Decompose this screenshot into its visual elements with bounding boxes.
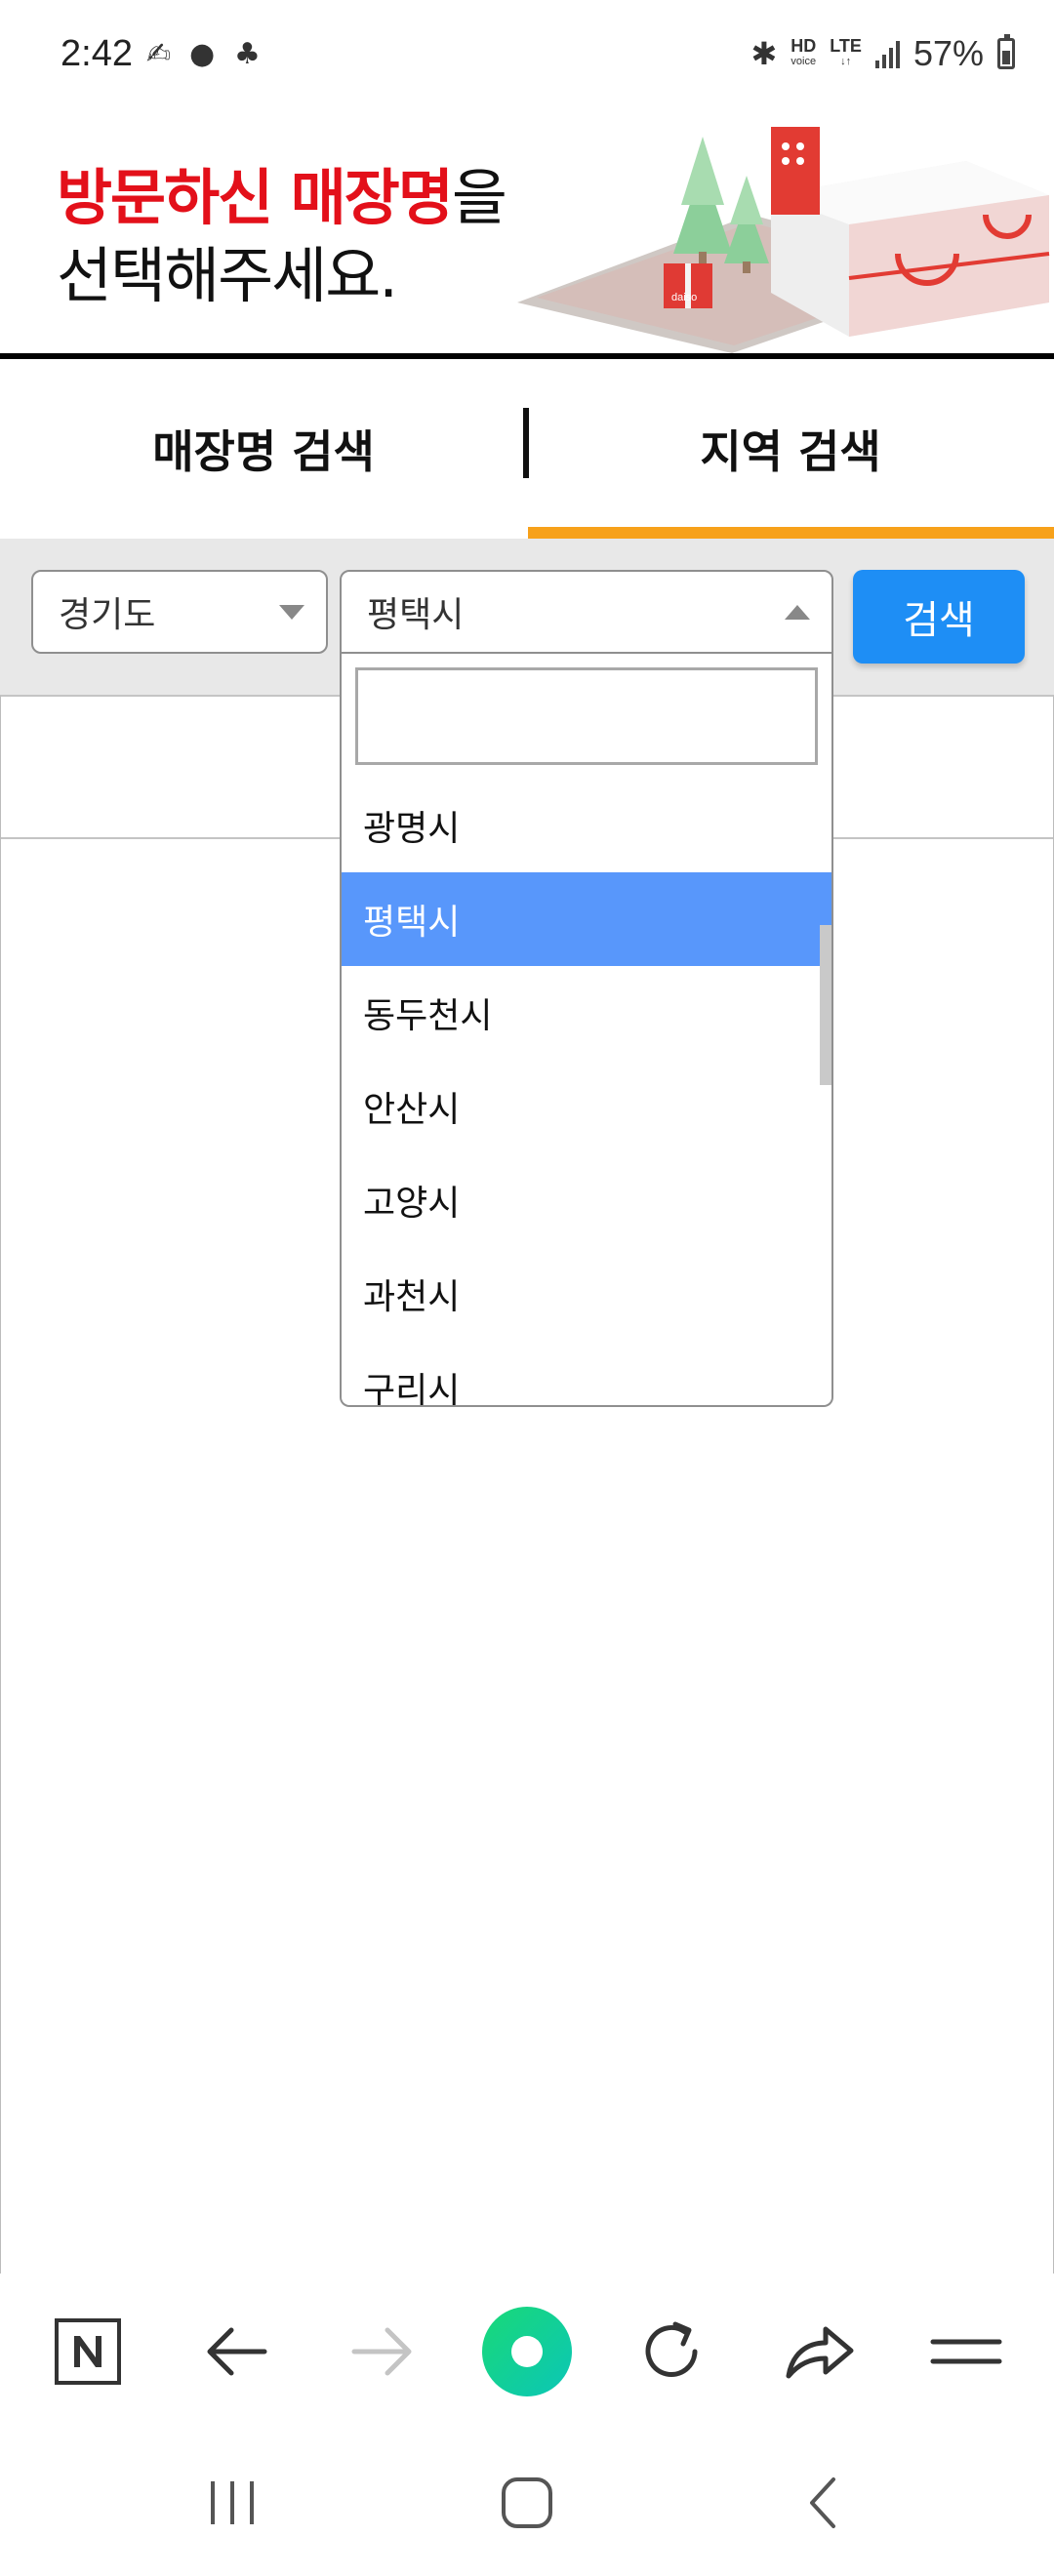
back-button[interactable] [187,2303,285,2400]
dropdown-list[interactable]: 광명시 평택시 동두천시 안산시 고양시 과천시 구리시 [342,779,831,1405]
home-icon [502,2477,552,2528]
system-navigation [0,2430,1054,2576]
share-button[interactable] [771,2303,869,2400]
menu-button[interactable] [917,2303,1015,2400]
active-tab-indicator [528,527,1054,539]
refresh-button[interactable] [623,2303,720,2400]
dropdown-option[interactable]: 동두천시 [342,966,831,1060]
lte-icon: LTE ↓↑ [830,36,862,67]
naver-icon [55,2318,121,2385]
dropdown-option[interactable]: 광명시 [342,779,831,872]
city-select[interactable]: 평택시 [340,570,833,654]
banner-title-highlight: 방문하신 매장명 [57,162,454,233]
chevron-up-icon [785,605,810,620]
recents-icon [211,2481,254,2524]
back-icon [810,2477,835,2528]
banner-title-suffix: 을 [451,162,507,233]
city-dropdown: 광명시 평택시 동두천시 안산시 고양시 과천시 구리시 [340,654,833,1407]
refresh-icon [645,2321,698,2377]
app-notification-icon: ♣ [234,37,261,71]
tab-store-name-search[interactable]: 매장명 검색 [0,359,527,539]
dropdown-option[interactable]: 안산시 [342,1060,831,1153]
browser-toolbar [0,2274,1054,2430]
battery-percent: 57% [912,33,984,73]
city-select-value: 평택시 [367,595,465,635]
green-home-button[interactable] [478,2303,576,2400]
gift-brand: daiso [671,292,697,303]
status-right: ✱ HD voice LTE ↓↑ 57% [750,33,1015,74]
forward-arrow-icon [351,2327,412,2376]
system-back-button[interactable] [765,2459,882,2547]
home-button[interactable] [468,2459,586,2547]
dropdown-search-input[interactable] [355,667,818,765]
dropdown-option-selected[interactable]: 평택시 [342,872,831,966]
hd-voice-icon: HD voice [790,36,817,67]
bluetooth-icon: ✱ [750,36,778,71]
share-icon [786,2326,854,2379]
dropdown-option[interactable]: 구리시 [342,1341,831,1405]
signal-icon [874,39,900,68]
dropdown-scrollbar[interactable] [820,925,831,1085]
province-select-value: 경기도 [59,595,156,635]
back-arrow-icon [207,2327,267,2376]
dropdown-option[interactable]: 과천시 [342,1247,831,1341]
status-time: 2:42 [61,33,133,74]
forward-button[interactable] [334,2303,431,2400]
chevron-down-icon [279,605,304,620]
recents-button[interactable] [174,2459,291,2547]
green-dot-icon [482,2307,572,2396]
notification-icon: ✍ [146,37,172,71]
menu-icon [930,2339,1002,2364]
banner: 방문하신 매장명을 선택해주세요. daiso [0,98,1054,359]
dropdown-option[interactable]: 고양시 [342,1153,831,1247]
store-illustration: daiso [517,127,1050,353]
chat-icon: ● [189,37,216,71]
search-tabs: 매장명 검색 지역 검색 [0,359,1054,539]
search-button[interactable]: 검색 [853,570,1025,664]
battery-icon [997,34,1015,69]
banner-title-line1: 방문하신 매장명을 [57,148,507,236]
tab-region-search[interactable]: 지역 검색 [527,359,1054,539]
banner-title-line2: 선택해주세요. [57,240,398,311]
naver-home-button[interactable] [39,2303,137,2400]
status-bar: 2:42 ✍ ● ♣ ✱ HD voice LTE ↓↑ 57% [0,0,1054,98]
province-select[interactable]: 경기도 [31,570,328,654]
